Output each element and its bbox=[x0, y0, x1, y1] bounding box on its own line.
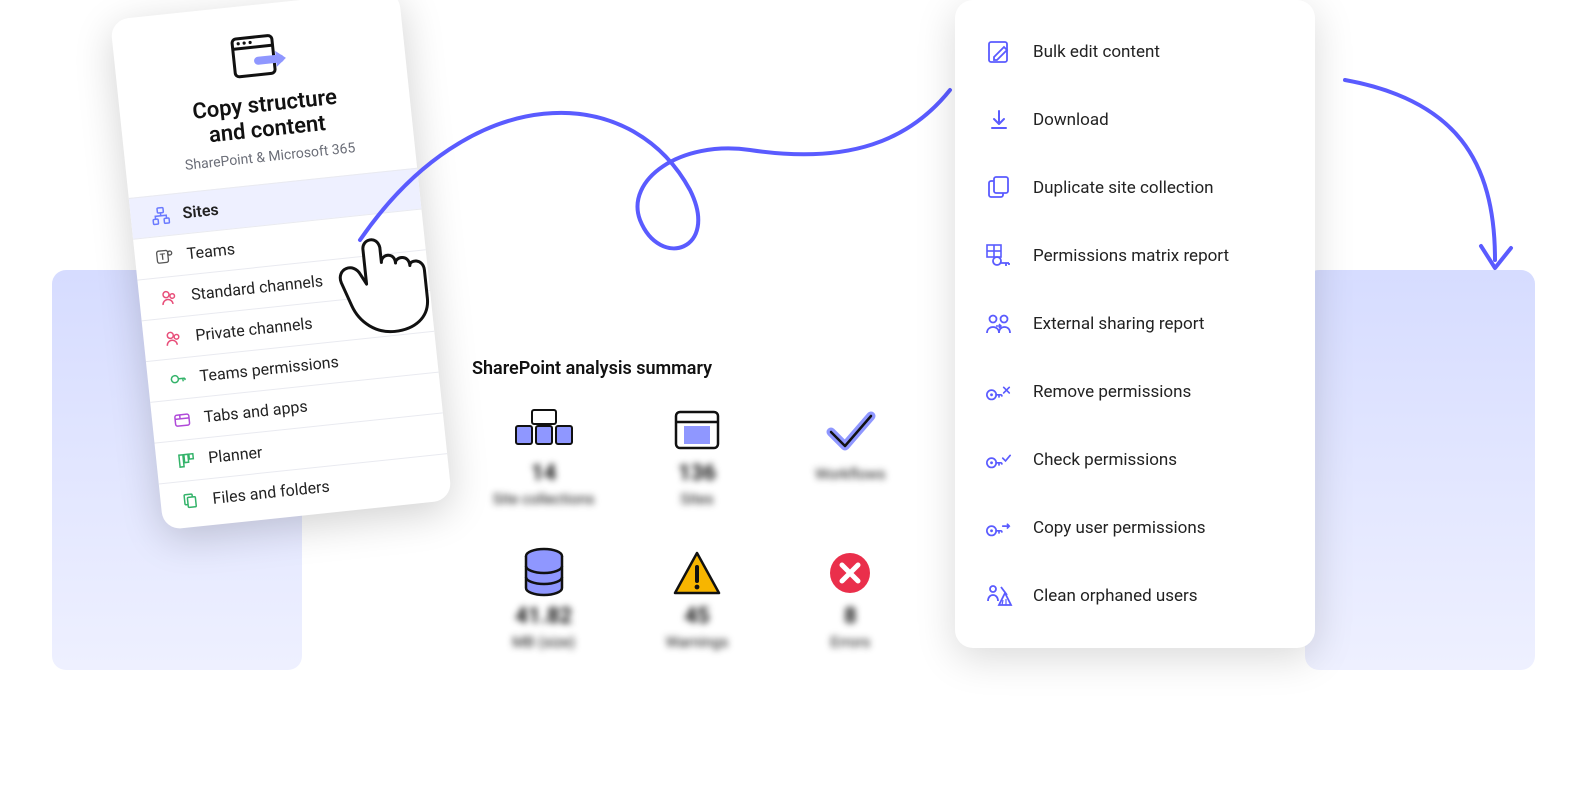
stat-label: Errors bbox=[830, 633, 870, 651]
teams-icon: T bbox=[154, 245, 176, 267]
key-icon bbox=[167, 367, 189, 389]
copy-item-label: Files and folders bbox=[212, 477, 331, 508]
stat-label: Workflows bbox=[815, 465, 885, 483]
copy-item-label: Tabs and apps bbox=[203, 397, 308, 427]
copy-item-label: Teams permissions bbox=[199, 352, 340, 385]
action-label: Bulk edit content bbox=[1033, 42, 1160, 62]
copy-structure-card: Copy structure and content SharePoint & … bbox=[110, 0, 452, 530]
action-label: Clean orphaned users bbox=[1033, 586, 1198, 606]
key-check-icon bbox=[985, 446, 1013, 474]
action-check-permissions[interactable]: Check permissions bbox=[955, 426, 1315, 494]
copy-item-label: Standard channels bbox=[190, 271, 324, 304]
action-label: Check permissions bbox=[1033, 450, 1177, 470]
copy-card-list: Sites T Teams Standard channels Private chan… bbox=[129, 167, 452, 524]
site-icon bbox=[670, 403, 724, 457]
action-bulk-edit-content[interactable]: Bulk edit content bbox=[955, 18, 1315, 86]
stat-label: Sites bbox=[680, 490, 713, 508]
stat-label: MB (size) bbox=[512, 633, 575, 651]
stat-warnings: 45 Warnings bbox=[625, 546, 768, 651]
action-clean-orphaned-users[interactable]: Clean orphaned users bbox=[955, 562, 1315, 630]
planner-icon bbox=[175, 449, 197, 471]
key-remove-icon bbox=[985, 378, 1013, 406]
warning-icon bbox=[671, 546, 723, 600]
channel-icon bbox=[158, 286, 180, 308]
stat-site-collections: 14 Site collections bbox=[472, 403, 615, 508]
download-icon bbox=[985, 106, 1013, 134]
key-copy-icon bbox=[985, 514, 1013, 542]
stat-label: Warnings bbox=[666, 633, 729, 651]
stat-value: 45 bbox=[684, 604, 709, 629]
error-icon bbox=[827, 546, 873, 600]
action-label: Remove permissions bbox=[1033, 382, 1191, 402]
stat-value: 136 bbox=[678, 461, 716, 486]
copy-out-icon bbox=[225, 27, 294, 87]
stat-workflows: Workflows bbox=[779, 403, 922, 508]
action-external-sharing-report[interactable]: External sharing report bbox=[955, 290, 1315, 358]
stat-value: 41.82 bbox=[515, 604, 572, 629]
action-label: External sharing report bbox=[1033, 314, 1204, 334]
action-duplicate-site-collection[interactable]: Duplicate site collection bbox=[955, 154, 1315, 222]
arrow-down-icon bbox=[1335, 70, 1535, 294]
private-channel-icon bbox=[163, 327, 185, 349]
copy-item-label: Private channels bbox=[194, 314, 313, 345]
duplicate-icon bbox=[985, 174, 1013, 202]
action-copy-user-permissions[interactable]: Copy user permissions bbox=[955, 494, 1315, 562]
analysis-summary: SharePoint analysis summary 14 Site coll… bbox=[472, 358, 922, 651]
copy-item-label: Teams bbox=[186, 239, 236, 263]
action-permissions-matrix-report[interactable]: Permissions matrix report bbox=[955, 222, 1315, 290]
analysis-title: SharePoint analysis summary bbox=[472, 358, 922, 379]
squiggle-arrow bbox=[350, 70, 970, 294]
analysis-grid: 14 Site collections 136 Sites Workflows … bbox=[472, 403, 922, 651]
stat-errors: 8 Errors bbox=[779, 546, 922, 651]
action-remove-permissions[interactable]: Remove permissions bbox=[955, 358, 1315, 426]
edit-icon bbox=[985, 38, 1013, 66]
people-share-icon bbox=[985, 310, 1013, 338]
check-icon bbox=[823, 403, 877, 457]
actions-list: Bulk edit content Download Duplicate site … bbox=[955, 18, 1315, 630]
sites-icon bbox=[150, 204, 172, 226]
action-label: Copy user permissions bbox=[1033, 518, 1206, 538]
stat-value: 14 bbox=[531, 461, 556, 486]
action-download[interactable]: Download bbox=[955, 86, 1315, 154]
copy-item-label: Sites bbox=[182, 200, 220, 223]
actions-card: Bulk edit content Download Duplicate site … bbox=[955, 0, 1315, 648]
site-collections-icon bbox=[512, 403, 576, 457]
size-icon bbox=[519, 546, 569, 600]
stat-sites: 136 Sites bbox=[625, 403, 768, 508]
bg-panel-right bbox=[1305, 270, 1535, 670]
action-label: Duplicate site collection bbox=[1033, 178, 1214, 198]
stat-value: 8 bbox=[844, 604, 857, 629]
stat-mb-size-: 41.82 MB (size) bbox=[472, 546, 615, 651]
files-icon bbox=[180, 490, 202, 512]
tabs-icon bbox=[171, 408, 193, 430]
action-label: Permissions matrix report bbox=[1033, 246, 1229, 266]
broom-user-icon bbox=[985, 582, 1013, 610]
copy-item-label: Planner bbox=[207, 443, 263, 468]
action-label: Download bbox=[1033, 110, 1109, 130]
stat-label: Site collections bbox=[493, 490, 595, 508]
matrix-key-icon bbox=[985, 242, 1013, 270]
